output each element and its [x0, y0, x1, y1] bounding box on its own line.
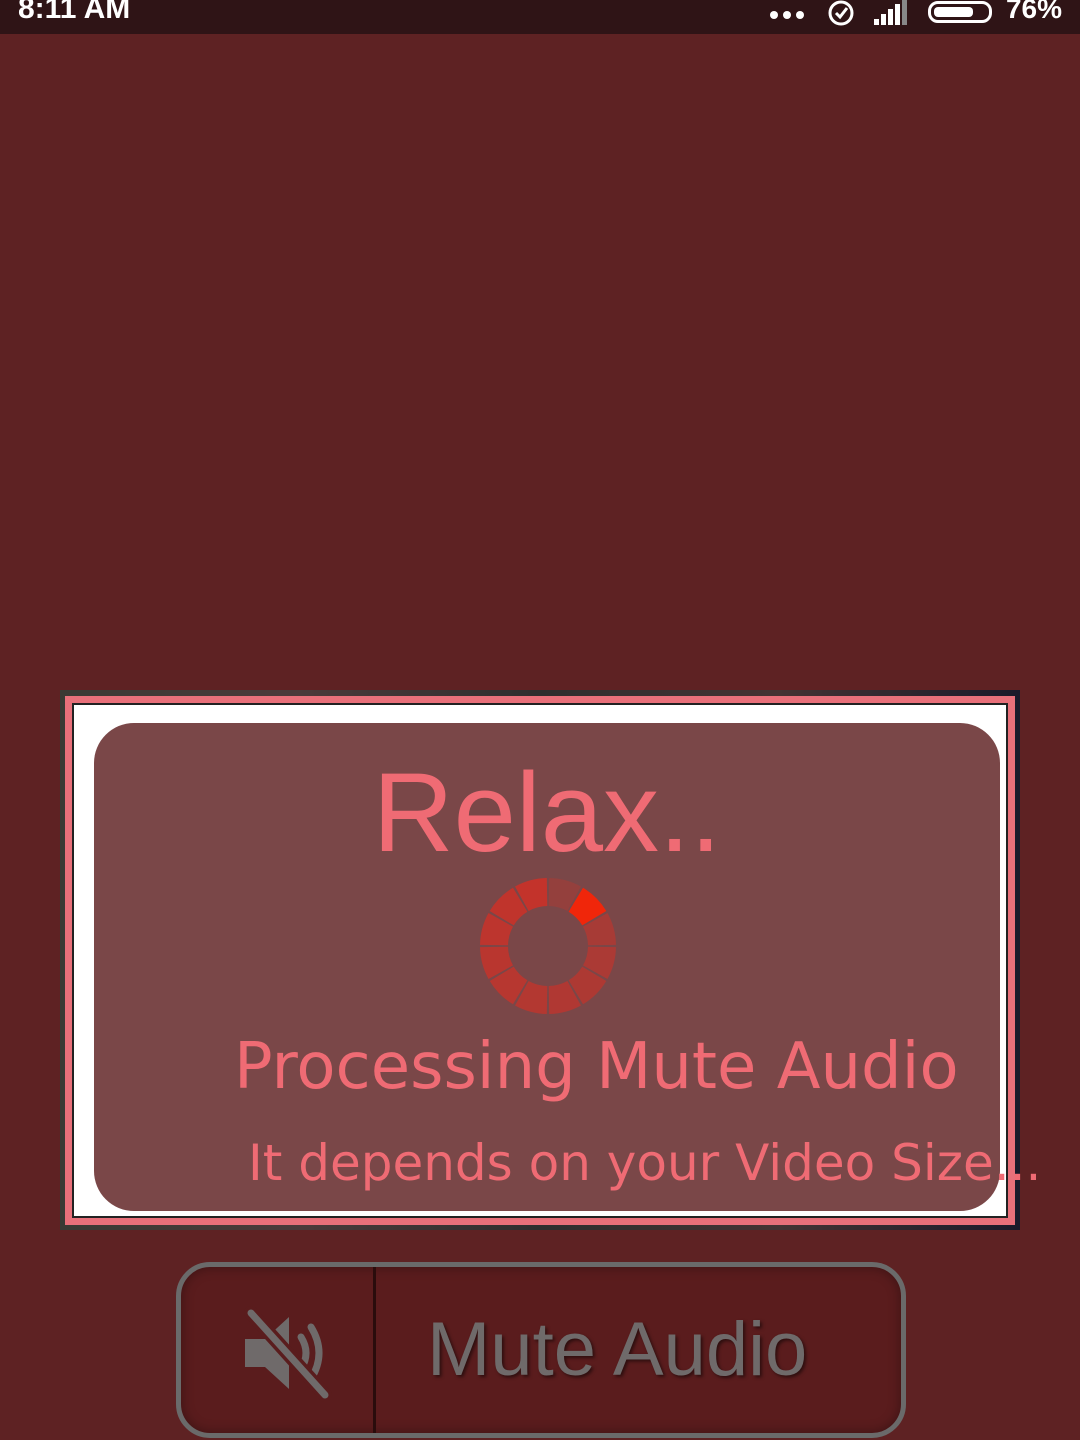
battery-icon	[927, 1, 992, 23]
dialog-panel: Relax.. Processing Mute Audio It depends…	[94, 723, 1041, 1211]
alarm-icon	[828, 0, 854, 26]
status-bar: 8:11 AM 76%	[0, 0, 1080, 34]
dialog-submessage: It depends on your Video Size...	[248, 1134, 1042, 1192]
loading-spinner-icon	[480, 878, 616, 1014]
signal-icon	[873, 0, 907, 25]
mute-audio-button[interactable]: Mute Audio	[176, 1262, 906, 1438]
more-dots-icon	[769, 11, 804, 19]
battery-percent: 76%	[1005, 0, 1062, 24]
dialog-message: Processing Mute Audio	[234, 1030, 959, 1104]
battery-fill	[933, 7, 974, 17]
dialog-frame: Relax.. Processing Mute Audio It depends…	[72, 703, 1041, 1218]
status-time: 8:11 AM	[18, 0, 131, 25]
status-icons: 76%	[769, 0, 1062, 26]
dialog-title: Relax..	[372, 750, 722, 875]
volume-mute-icon	[244, 1306, 332, 1402]
button-divider	[373, 1267, 376, 1433]
processing-dialog: Relax.. Processing Mute Audio It depends…	[65, 696, 1041, 1225]
mute-audio-label: Mute Audio	[427, 1307, 808, 1392]
